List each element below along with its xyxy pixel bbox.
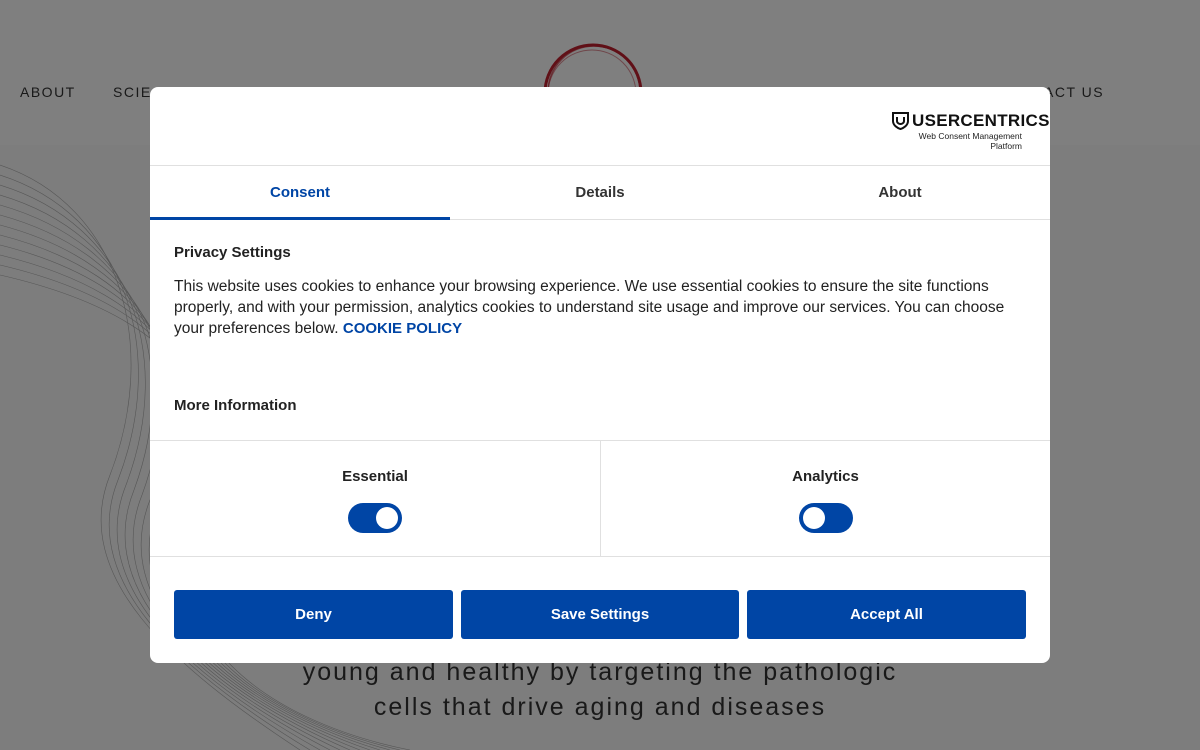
- essential-label: Essential: [342, 468, 408, 485]
- dialog-tabs: Consent Details About: [150, 166, 1050, 220]
- consent-dialog: USERCENTRICS Web Consent Management Plat…: [150, 87, 1050, 663]
- privacy-settings-title: Privacy Settings: [174, 244, 291, 261]
- analytics-label: Analytics: [792, 468, 859, 485]
- dialog-header: USERCENTRICS Web Consent Management Plat…: [150, 87, 1050, 166]
- consent-body: Privacy Settings This website uses cooki…: [174, 244, 1026, 339]
- shield-icon: [892, 112, 909, 130]
- tab-details[interactable]: Details: [450, 166, 750, 219]
- cookie-policy-link[interactable]: COOKIE POLICY: [343, 320, 462, 337]
- brand-tagline: Web Consent Management Platform: [918, 131, 1022, 151]
- deny-button[interactable]: Deny: [174, 590, 453, 639]
- privacy-description-text: This website uses cookies to enhance you…: [174, 278, 1005, 337]
- toggle-knob: [376, 507, 398, 529]
- consent-toggles: Essential Analytics: [150, 440, 1050, 557]
- brand-name: USERCENTRICS: [912, 111, 1050, 130]
- privacy-description: This website uses cookies to enhance you…: [174, 276, 1026, 339]
- tab-about[interactable]: About: [750, 166, 1050, 219]
- tab-consent[interactable]: Consent: [150, 166, 450, 220]
- toggle-group-analytics: Analytics: [600, 441, 1050, 557]
- analytics-toggle[interactable]: [799, 503, 853, 533]
- toggle-knob: [803, 507, 825, 529]
- accept-all-button[interactable]: Accept All: [747, 590, 1026, 639]
- toggle-group-essential: Essential: [150, 441, 600, 557]
- save-settings-button[interactable]: Save Settings: [461, 590, 739, 639]
- usercentrics-logo: USERCENTRICS Web Consent Management Plat…: [892, 111, 1049, 151]
- more-information-heading[interactable]: More Information: [174, 397, 297, 414]
- essential-toggle[interactable]: [348, 503, 402, 533]
